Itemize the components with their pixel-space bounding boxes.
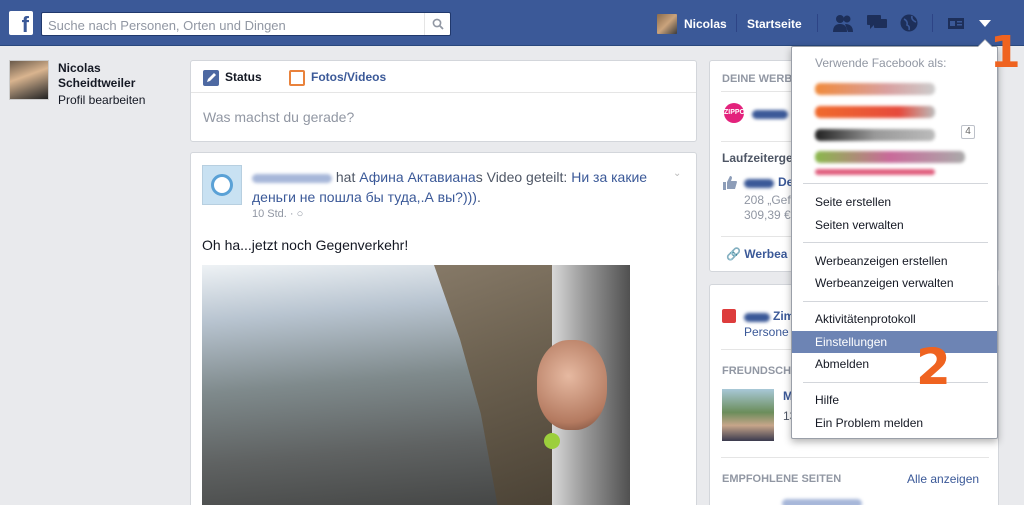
status-composer: Status Fotos/Videos Was machst du gerade… — [190, 60, 697, 142]
profile-picture[interactable] — [9, 60, 49, 100]
recommended-pages-title: EMPFOHLENE SEITEN — [722, 473, 842, 485]
divider — [932, 14, 933, 32]
redacted-page-3[interactable] — [815, 129, 935, 141]
video-frame-person — [537, 340, 607, 430]
redacted-ad-name[interactable] — [744, 179, 774, 188]
ad-stat-2: 309,39 € — [744, 208, 791, 222]
edit-profile-link[interactable]: Profil bearbeiten — [58, 93, 145, 107]
redacted-page-4[interactable] — [815, 151, 965, 163]
news-feed-post: hat Афина Актавианаs Video geteilt: Ни з… — [190, 152, 697, 505]
birthday-subtitle[interactable]: Persone — [744, 325, 789, 339]
divider — [803, 242, 988, 243]
home-link[interactable]: Startseite — [747, 17, 802, 31]
account-menu-caret-icon[interactable] — [979, 20, 991, 27]
redacted-page-5[interactable] — [815, 169, 935, 175]
ads-section-title: DEINE WERBE — [722, 73, 800, 85]
photo-icon — [289, 70, 305, 86]
notifications-globe-icon[interactable] — [898, 13, 920, 33]
top-bar: f Nicolas Startseite — [0, 0, 1024, 46]
status-input[interactable]: Was machst du gerade? — [203, 109, 354, 125]
friend-requests-title: FREUNDSCHA — [722, 365, 799, 377]
search-icon — [432, 18, 444, 30]
divider — [721, 457, 989, 458]
camera-icon — [211, 174, 233, 196]
redacted-page-1[interactable] — [815, 83, 935, 95]
friend-suggestion-photo[interactable] — [722, 389, 774, 441]
menu-item-manage-pages[interactable]: Seiten verwalten — [792, 214, 997, 236]
menu-item-activity-log[interactable]: Aktivitätenprotokoll — [792, 308, 997, 330]
notification-count-badge: 4 — [961, 125, 975, 139]
video-frame-ball — [544, 433, 560, 449]
ads-create-link[interactable]: 🔗 Werbea — [726, 247, 787, 261]
thumbs-up-icon — [723, 176, 737, 190]
tab-photos-label: Fotos/Videos — [311, 70, 387, 85]
page-logo[interactable]: ZIPPO — [724, 103, 745, 123]
friend-requests-icon[interactable] — [832, 13, 854, 33]
annotation-step-2: 2 — [916, 338, 951, 396]
see-all-link[interactable]: Alle anzeigen — [907, 472, 979, 486]
redacted-birthday-name[interactable] — [744, 313, 770, 322]
divider — [803, 382, 988, 383]
divider — [803, 183, 988, 184]
search-button[interactable] — [424, 13, 450, 35]
divider — [191, 92, 696, 93]
facebook-logo[interactable]: f — [9, 11, 33, 35]
user-avatar[interactable] — [657, 14, 677, 34]
post-author-avatar[interactable] — [202, 165, 242, 205]
menu-item-create-ads[interactable]: Werbeanzeigen erstellen — [792, 250, 997, 272]
use-facebook-as-header: Verwende Facebook als: — [815, 56, 947, 70]
link-icon: 🔗 — [726, 247, 741, 261]
post-verb: hat — [335, 169, 356, 185]
divider — [736, 14, 737, 32]
post-header: hat Афина Актавианаs Video geteilt: Ни з… — [252, 167, 672, 207]
post-text: Oh ha...jetzt noch Gegenverkehr! — [202, 237, 409, 253]
divider — [817, 14, 818, 32]
ad-stat-1: 208 „Gef — [744, 193, 791, 207]
annotation-step-1: 1 — [990, 27, 1021, 78]
profile-name[interactable]: Nicolas Scheidtweiler — [58, 61, 178, 91]
video-player[interactable] — [202, 265, 630, 505]
shared-from-link[interactable]: Афина Актавиана — [359, 169, 475, 185]
post-shared-suffix: s Video geteilt: — [475, 169, 568, 185]
privacy-shortcuts-icon[interactable] — [946, 13, 968, 33]
birthday-gift-icon — [722, 309, 736, 323]
post-time: 10 Std. — [252, 208, 287, 220]
menu-item-settings[interactable]: Einstellungen — [792, 331, 997, 353]
post-options-chevron-icon[interactable]: ⌄ — [673, 168, 681, 179]
ads-create-label: Werbea — [744, 247, 788, 261]
menu-item-logout[interactable]: Abmelden — [792, 353, 997, 375]
divider — [803, 301, 988, 302]
messages-icon[interactable] — [866, 13, 888, 33]
post-timestamp[interactable]: 10 Std. · ○ — [252, 208, 303, 220]
search-input[interactable] — [48, 16, 418, 34]
running-ads-label: Laufzeitergeb — [722, 151, 801, 165]
menu-item-manage-ads[interactable]: Werbeanzeigen verwalten — [792, 272, 997, 294]
menu-item-create-page[interactable]: Seite erstellen — [792, 191, 997, 213]
menu-item-report-problem[interactable]: Ein Problem melden — [792, 412, 997, 434]
account-dropdown-menu: Verwende Facebook als: 4 Seite erstellen… — [791, 39, 998, 439]
tab-status[interactable]: Status — [203, 70, 262, 86]
globe-icon: ○ — [296, 208, 304, 220]
tab-status-label: Status — [225, 70, 262, 85]
menu-item-help[interactable]: Hilfe — [792, 389, 997, 411]
profile-link[interactable]: Nicolas — [684, 17, 727, 31]
redacted-page-2[interactable] — [815, 106, 935, 118]
redacted-page-name[interactable] — [752, 110, 788, 119]
redacted-author-name[interactable] — [252, 173, 332, 183]
tab-photos-videos[interactable]: Fotos/Videos — [289, 70, 386, 86]
search-box — [41, 12, 451, 36]
post-title-end: . — [476, 189, 481, 205]
pencil-icon — [203, 70, 219, 86]
redacted-recommended-page[interactable] — [782, 499, 862, 505]
